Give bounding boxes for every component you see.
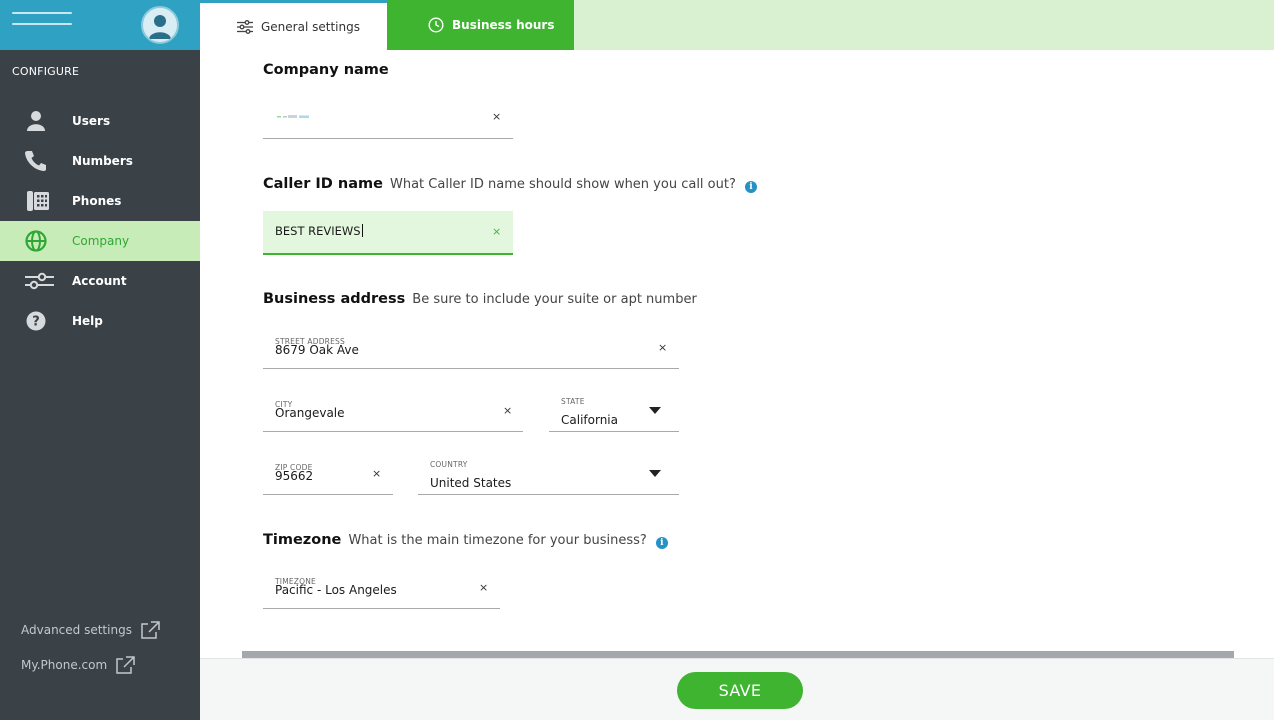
advanced-settings-label: Advanced settings	[21, 623, 132, 637]
timezone-title: Timezone	[263, 532, 342, 548]
sidebar-item-label: Users	[72, 114, 111, 128]
myphone-label: My.Phone.com	[21, 658, 108, 672]
horizontal-scrollbar[interactable]	[242, 651, 1234, 658]
myphone-link[interactable]: My.Phone.com	[21, 656, 135, 674]
timezone-hint: What is the main timezone for your busin…	[348, 533, 647, 548]
tab-general-settings[interactable]: General settings	[200, 0, 387, 50]
state-label: STATE	[561, 397, 585, 406]
sidebar-item-label: Help	[72, 314, 103, 328]
state-select[interactable]: STATE California	[549, 393, 679, 432]
sidebar-item-help[interactable]: ? Help	[0, 301, 200, 341]
caller-id-title: Caller ID name	[263, 176, 383, 192]
caller-id-input[interactable]: BEST REVIEWS	[275, 224, 363, 238]
sidebar-item-label: Phones	[72, 194, 122, 208]
brand-header	[0, 0, 200, 50]
sidebar-item-label: Account	[72, 274, 127, 288]
clear-company-name-button[interactable]: ×	[492, 110, 501, 123]
sidebar-nav: Users Numbers Phones Company Account ? H…	[0, 101, 200, 341]
sidebar-item-account[interactable]: Account	[0, 261, 200, 301]
clear-timezone-button[interactable]: ×	[479, 581, 488, 594]
timezone-heading: Timezone What is the main timezone for y…	[263, 532, 668, 549]
business-address-title: Business address	[263, 291, 406, 307]
caller-id-hint: What Caller ID name should show when you…	[390, 177, 736, 192]
sidebar-item-users[interactable]: Users	[0, 101, 200, 141]
company-name-field[interactable]: ×	[263, 97, 513, 139]
sidebar-item-label: Company	[72, 234, 130, 248]
company-name-title: Company name	[263, 62, 389, 78]
chevron-down-icon[interactable]	[649, 407, 661, 414]
company-name-heading: Company name	[263, 62, 389, 78]
city-field[interactable]: CITY Orangevale ×	[263, 393, 523, 432]
external-link-icon	[141, 621, 160, 639]
clear-zip-button[interactable]: ×	[372, 467, 381, 480]
clear-street-button[interactable]: ×	[658, 341, 667, 354]
user-icon	[24, 110, 48, 132]
chevron-down-icon[interactable]	[649, 470, 661, 477]
sidebar-item-label: Numbers	[72, 154, 133, 168]
street-address-field[interactable]: STREET ADDRESS 8679 Oak Ave ×	[263, 330, 679, 369]
info-icon[interactable]: i	[744, 181, 757, 193]
phone-handset-icon	[24, 150, 48, 172]
tab-bar: General settings Business hours	[200, 0, 1274, 50]
state-value: California	[561, 413, 618, 427]
sidebar: CONFIGURE Users Numbers Phones Company A…	[0, 0, 200, 720]
clear-city-button[interactable]: ×	[503, 404, 512, 417]
business-address-hint: Be sure to include your suite or apt num…	[412, 292, 697, 307]
clock-icon	[428, 17, 444, 33]
company-logo	[12, 12, 72, 36]
globe-icon	[24, 230, 48, 252]
city-input[interactable]: Orangevale	[275, 406, 345, 420]
advanced-settings-link[interactable]: Advanced settings	[21, 621, 160, 639]
clear-caller-id-button[interactable]: ×	[492, 225, 501, 238]
timezone-input[interactable]: Pacific - Los Angeles	[275, 583, 397, 597]
help-icon: ?	[24, 310, 48, 332]
country-select[interactable]: COUNTRY United States	[418, 456, 679, 495]
sidebar-item-numbers[interactable]: Numbers	[0, 141, 200, 181]
text-cursor	[361, 224, 363, 237]
tab-label: General settings	[261, 19, 360, 34]
configure-heading: CONFIGURE	[12, 65, 80, 78]
sidebar-item-company[interactable]: Company	[0, 221, 200, 261]
caller-id-value: BEST REVIEWS	[275, 224, 361, 238]
desk-phone-icon	[24, 190, 49, 212]
zip-code-input[interactable]: 95662	[275, 469, 313, 483]
tab-business-hours[interactable]: Business hours	[387, 0, 574, 50]
caller-id-heading: Caller ID name What Caller ID name shoul…	[263, 176, 757, 193]
timezone-field[interactable]: TIMEZONE Pacific - Los Angeles ×	[263, 570, 500, 609]
country-label: COUNTRY	[430, 460, 468, 469]
save-button[interactable]: SAVE	[677, 672, 803, 709]
caller-id-field[interactable]: BEST REVIEWS ×	[263, 211, 513, 255]
tab-label: Business hours	[452, 18, 555, 32]
user-avatar[interactable]	[141, 6, 179, 44]
zip-code-field[interactable]: ZIP CODE 95662 ×	[263, 456, 393, 495]
company-name-value-image	[277, 115, 309, 118]
street-address-input[interactable]: 8679 Oak Ave	[275, 343, 359, 357]
svg-text:?: ?	[32, 315, 40, 330]
info-icon[interactable]: i	[655, 537, 668, 549]
sidebar-item-phones[interactable]: Phones	[0, 181, 200, 221]
sliders-icon	[24, 270, 54, 292]
country-value: United States	[430, 476, 512, 490]
external-link-icon	[116, 656, 135, 674]
business-address-heading: Business address Be sure to include your…	[263, 291, 697, 307]
settings-sliders-icon	[237, 19, 253, 34]
